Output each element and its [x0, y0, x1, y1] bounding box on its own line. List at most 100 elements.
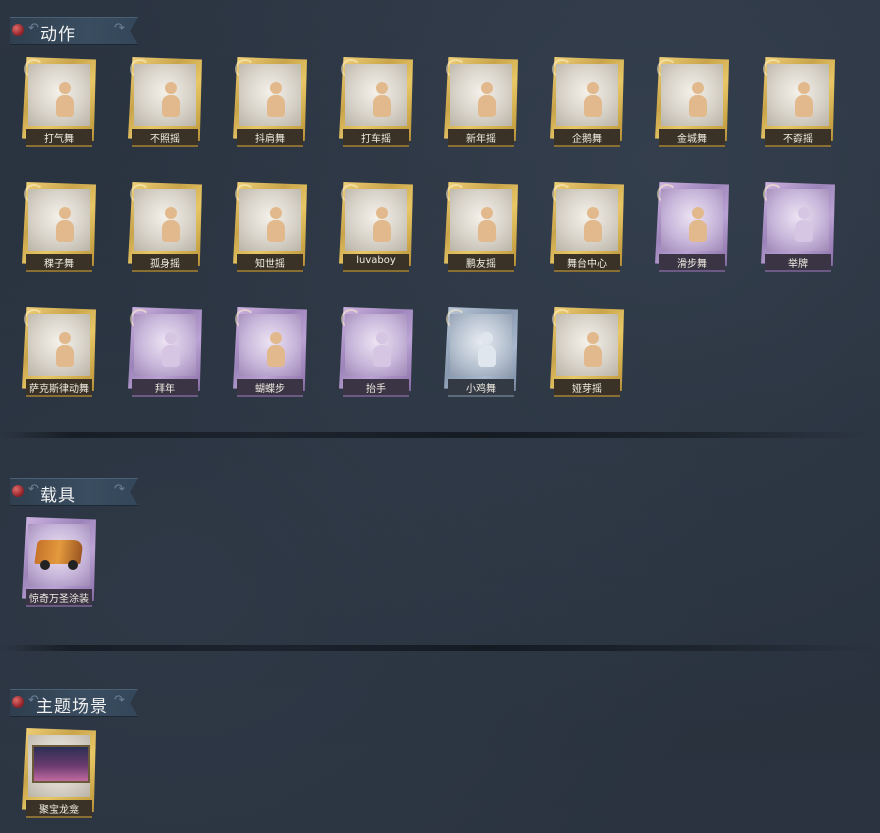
card-label: 萨克斯律动舞 [29, 384, 89, 395]
card-label: 舞台中心 [567, 259, 607, 270]
card-label-bar: 惊奇万圣涂装 [26, 589, 92, 607]
card-art [345, 64, 407, 126]
figure-head [59, 82, 71, 94]
figure-body [478, 95, 496, 117]
card-art [239, 64, 301, 126]
card-label: 抖肩舞 [255, 134, 285, 145]
item-card-action[interactable]: 滑步舞 [655, 182, 729, 278]
item-card-action[interactable]: 举牌 [761, 182, 835, 278]
item-card-scene[interactable]: 聚宝龙龛 [22, 728, 96, 824]
card-label: 不孬摇 [783, 134, 813, 145]
card-label-bar: 聚宝龙龛 [26, 800, 92, 818]
figure-body [584, 95, 602, 117]
card-label-bar: 打车摇 [343, 129, 409, 147]
figure-body [56, 95, 74, 117]
item-card-action[interactable]: 萨克斯律动舞 [22, 307, 96, 403]
card-art [556, 314, 618, 376]
item-card-action[interactable]: luvaboy [339, 182, 413, 278]
figure-body [584, 345, 602, 367]
card-label: 拜年 [155, 384, 175, 395]
figure-head [376, 82, 388, 94]
section-divider [0, 432, 880, 438]
card-label-bar: 打气舞 [26, 129, 92, 147]
figure-head [59, 332, 71, 344]
card-art [661, 64, 723, 126]
card-art [450, 189, 512, 251]
figure-body [478, 345, 496, 367]
card-label: 惊奇万圣涂装 [29, 594, 89, 605]
figure-body [689, 220, 707, 242]
figure-head [270, 207, 282, 219]
dancer-figure-icon [578, 332, 608, 372]
curl-left-icon: ↶ [28, 21, 39, 36]
card-label: 孤身摇 [150, 259, 180, 270]
figure-head [481, 332, 493, 344]
figure-body [373, 345, 391, 367]
item-card-action[interactable]: 蝴蝶步 [233, 307, 307, 403]
card-label-bar: 娅芽摇 [554, 379, 620, 397]
item-card-action[interactable]: 企鹅舞 [550, 57, 624, 153]
figure-body [162, 345, 180, 367]
card-art [28, 314, 90, 376]
item-card-vehicle[interactable]: 惊奇万圣涂装 [22, 517, 96, 613]
card-label: 娅芽摇 [572, 384, 602, 395]
dancer-figure-icon [683, 207, 713, 247]
figure-head [587, 207, 599, 219]
card-art [345, 314, 407, 376]
card-label-bar: luvaboy [343, 254, 409, 272]
item-card-action[interactable]: 新年摇 [444, 57, 518, 153]
item-card-action[interactable]: 不孬摇 [761, 57, 835, 153]
figure-head [481, 207, 493, 219]
item-card-action[interactable]: 不照摇 [128, 57, 202, 153]
dancer-figure-icon [50, 332, 80, 372]
item-card-action[interactable]: 打气舞 [22, 57, 96, 153]
figure-head [692, 207, 704, 219]
item-card-action[interactable]: 小鸡舞 [444, 307, 518, 403]
figure-body [162, 95, 180, 117]
card-label: 小鸡舞 [466, 384, 496, 395]
figure-body [267, 220, 285, 242]
item-card-action[interactable]: 拜年 [128, 307, 202, 403]
item-card-action[interactable]: 孤身摇 [128, 182, 202, 278]
figure-head [798, 207, 810, 219]
item-card-action[interactable]: 打车摇 [339, 57, 413, 153]
figure-head [165, 82, 177, 94]
item-card-action[interactable]: 金城舞 [655, 57, 729, 153]
card-label-bar: 不孬摇 [765, 129, 831, 147]
scene-preview-icon [32, 745, 90, 783]
collection-page: ↶ 动作 ↷ 打气舞 不照摇 抖肩舞 打车摇 新年摇 企鹅舞 金城舞 不孬摇稞子舞 孤身摇 知世摇… [0, 0, 880, 833]
section-header-vehicles: ↶ 载具 ↷ [10, 478, 138, 506]
gem-icon [12, 696, 24, 708]
card-label-bar: 抖肩舞 [237, 129, 303, 147]
figure-body [373, 95, 391, 117]
dancer-figure-icon [367, 207, 397, 247]
item-card-action[interactable]: 鹏友摇 [444, 182, 518, 278]
figure-head [481, 82, 493, 94]
card-label-bar: 金城舞 [659, 129, 725, 147]
card-label-bar: 举牌 [765, 254, 831, 272]
dancer-figure-icon [472, 332, 502, 372]
item-card-action[interactable]: 舞台中心 [550, 182, 624, 278]
dancer-figure-icon [261, 332, 291, 372]
figure-head [376, 207, 388, 219]
item-card-action[interactable]: 稞子舞 [22, 182, 96, 278]
figure-body [373, 220, 391, 242]
dancer-figure-icon [367, 82, 397, 122]
section-header-actions: ↶ 动作 ↷ [10, 17, 138, 45]
figure-body [584, 220, 602, 242]
card-label: 举牌 [788, 259, 808, 270]
item-card-action[interactable]: 娅芽摇 [550, 307, 624, 403]
dancer-figure-icon [578, 82, 608, 122]
dancer-figure-icon [156, 207, 186, 247]
card-label-bar: 不照摇 [132, 129, 198, 147]
card-label: 蝴蝶步 [255, 384, 285, 395]
section-header-scenes: ↶ 主题场景 ↷ [10, 689, 138, 717]
curl-right-icon: ↷ [114, 482, 125, 497]
item-card-action[interactable]: 抖肩舞 [233, 57, 307, 153]
dancer-figure-icon [50, 82, 80, 122]
card-label: 金城舞 [677, 134, 707, 145]
card-art [134, 189, 196, 251]
item-card-action[interactable]: 抬手 [339, 307, 413, 403]
card-art [556, 189, 618, 251]
item-card-action[interactable]: 知世摇 [233, 182, 307, 278]
